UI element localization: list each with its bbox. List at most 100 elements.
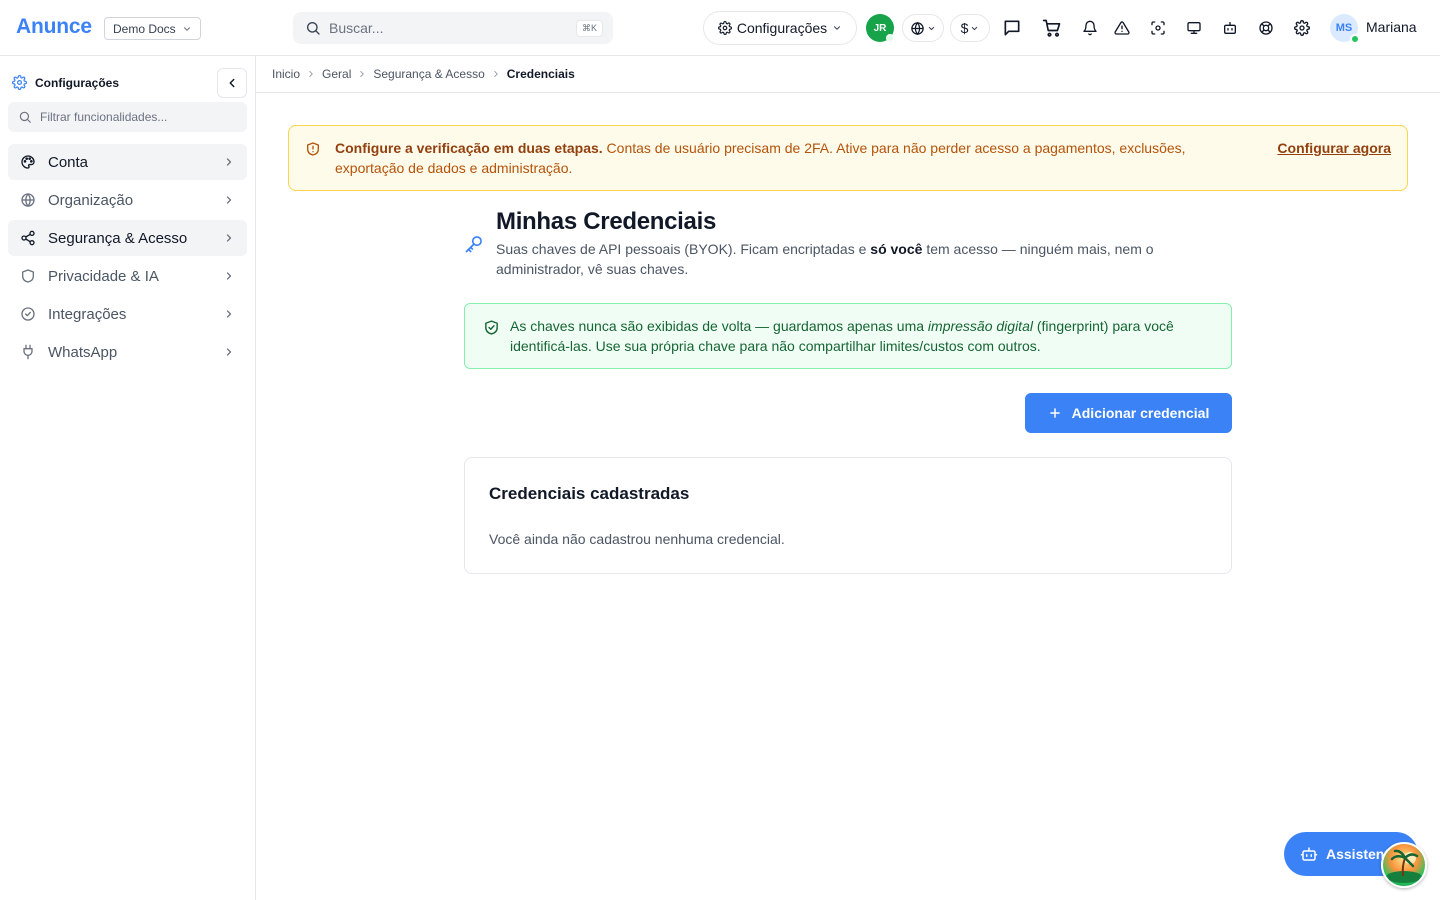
settings-dropdown-button[interactable]: Configurações [703, 11, 857, 45]
global-search-input[interactable]: Buscar... ⌘K [293, 12, 613, 44]
plug-icon [20, 344, 36, 360]
user-name[interactable]: Mariana [1366, 19, 1417, 35]
shield-alert-icon [305, 138, 335, 190]
credentials-empty-state: Você ainda não cadastrou nenhuma credenc… [489, 531, 785, 547]
sidebar-item-seguranca[interactable]: Segurança & Acesso [8, 220, 247, 256]
share-nodes-icon [20, 230, 36, 246]
sidebar-item-label: Integrações [48, 305, 127, 323]
chevron-right-icon [357, 69, 367, 79]
chevron-right-icon [491, 69, 501, 79]
scan-icon[interactable] [1146, 16, 1170, 40]
sidebar-item-label: Organização [48, 191, 134, 209]
chevron-down-icon [970, 24, 979, 33]
help-lifebuoy-icon[interactable] [1254, 16, 1278, 40]
language-selector[interactable] [902, 14, 944, 42]
chevron-right-icon [306, 69, 316, 79]
sidebar-item-organizacao[interactable]: Organização [8, 182, 247, 218]
shield-check-icon [483, 316, 510, 368]
page-description-part: Suas chaves de API pessoais (BYOK). Fica… [496, 241, 871, 257]
robot-icon [1300, 845, 1318, 863]
gear-icon[interactable] [1290, 16, 1314, 40]
chevron-right-icon [223, 232, 235, 244]
collapse-sidebar-button[interactable] [217, 68, 247, 98]
gear-icon [717, 21, 732, 35]
brand-logo[interactable]: Anunce [16, 15, 92, 39]
chevron-right-icon [223, 308, 235, 320]
page-description: Suas chaves de API pessoais (BYOK). Fica… [496, 239, 1216, 279]
credentials-card-title: Credenciais cadastradas [489, 484, 690, 503]
chat-icon[interactable] [1000, 16, 1024, 40]
organization-avatar[interactable]: JR [866, 14, 894, 42]
breadcrumb: Inicio Geral Segurança & Acesso Credenci… [256, 56, 1440, 93]
sidebar-title-label: Configurações [35, 75, 120, 90]
currency-symbol: $ [960, 20, 969, 36]
sidebar-item-privacidade[interactable]: Privacidade & IA [8, 258, 247, 294]
chevron-down-icon [832, 23, 842, 33]
currency-selector[interactable]: $ [950, 14, 990, 42]
chevron-down-icon [182, 24, 192, 34]
key-icon [464, 234, 484, 254]
search-placeholder: Buscar... [329, 20, 384, 36]
check-circle-icon [20, 306, 36, 322]
sidebar-item-label: Privacidade & IA [48, 267, 159, 285]
sidebar-item-label: WhatsApp [48, 343, 118, 361]
sidebar-item-whatsapp[interactable]: WhatsApp [8, 334, 247, 370]
user-initials: MS [1335, 22, 1353, 34]
chevron-right-icon [223, 156, 235, 168]
two-factor-warning-text: Configure a verificação em duas etapas. … [335, 138, 1255, 190]
status-dot [886, 34, 894, 42]
workspace-label: Demo Docs [113, 21, 176, 36]
globe-icon [910, 21, 925, 36]
monitor-icon[interactable] [1182, 16, 1206, 40]
user-avatar[interactable]: MS [1330, 14, 1360, 44]
breadcrumb-item-geral[interactable]: Geral [322, 67, 351, 81]
organization-initials: JR [873, 22, 887, 34]
sidebar-item-label: Segurança & Acesso [48, 229, 188, 247]
breadcrumb-item-seguranca[interactable]: Segurança & Acesso [373, 67, 484, 81]
sidebar-item-label: Conta [48, 153, 89, 171]
two-factor-warning-title: Configure a verificação em duas etapas. [335, 140, 603, 156]
search-icon [18, 110, 32, 124]
security-info-text: As chaves nunca são exibidas de volta — … [510, 316, 1215, 368]
security-info-emphasis: impressão digital [927, 318, 1033, 334]
palm-island-icon [1386, 849, 1422, 883]
cart-icon[interactable] [1040, 16, 1064, 40]
credentials-card: Credenciais cadastradas Você ainda não c… [464, 457, 1232, 574]
breadcrumb-item-current: Credenciais [506, 67, 575, 81]
security-info-part: As chaves nunca são exibidas de volta — … [510, 318, 928, 334]
sidebar-item-conta[interactable]: Conta [8, 144, 247, 180]
gear-icon [12, 75, 27, 90]
search-icon [305, 20, 321, 36]
globe-icon [20, 192, 36, 208]
workspace-selector[interactable]: Demo Docs [104, 17, 201, 40]
chevron-right-icon [223, 194, 235, 206]
configure-2fa-link[interactable]: Configurar agora [1277, 138, 1391, 158]
search-shortcut: ⌘K [575, 19, 603, 37]
feature-filter-placeholder: Filtrar funcionalidades... [40, 110, 168, 124]
add-credential-label: Adicionar credencial [1071, 405, 1210, 421]
top-header: Anunce Demo Docs Buscar... ⌘K Configuraç… [0, 0, 1440, 56]
chevron-right-icon [223, 270, 235, 282]
settings-sidebar: Configurações Filtrar funcionalidades...… [0, 56, 256, 900]
add-credential-button[interactable]: Adicionar credencial [1025, 393, 1232, 433]
chevron-down-icon [927, 24, 936, 33]
chevron-right-icon [223, 346, 235, 358]
page-title: Minhas Credenciais [496, 208, 717, 235]
sidebar-item-integracoes[interactable]: Integrações [8, 296, 247, 332]
plus-icon [1048, 406, 1062, 420]
page-description-emphasis: só você [870, 241, 923, 257]
security-info-box: As chaves nunca são exibidas de volta — … [464, 303, 1232, 369]
shield-icon [20, 268, 36, 284]
sidebar-title: Configurações [12, 75, 119, 90]
online-status-dot [1350, 34, 1360, 44]
bell-icon[interactable] [1078, 16, 1102, 40]
palette-icon [20, 154, 36, 170]
chevron-left-icon [225, 76, 239, 90]
breadcrumb-item-inicio[interactable]: Inicio [272, 67, 300, 81]
settings-dropdown-label: Configurações [736, 20, 828, 36]
assistant-avatar-image[interactable] [1381, 842, 1427, 888]
feature-filter-input[interactable]: Filtrar funcionalidades... [8, 102, 247, 132]
robot-icon[interactable] [1218, 16, 1242, 40]
warning-icon[interactable] [1110, 16, 1134, 40]
two-factor-warning-banner: Configure a verificação em duas etapas. … [288, 125, 1408, 191]
